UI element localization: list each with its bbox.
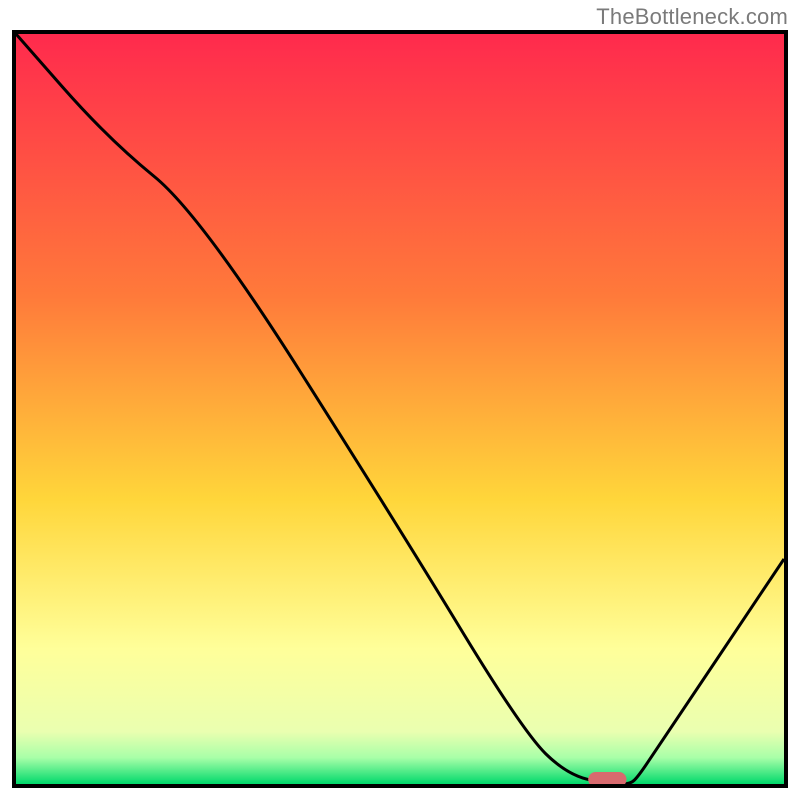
chart-area [12, 30, 788, 788]
watermark-text: TheBottleneck.com [596, 4, 788, 30]
optimal-range-marker [588, 772, 626, 784]
chart-background [16, 34, 784, 784]
chart-svg [16, 34, 784, 784]
